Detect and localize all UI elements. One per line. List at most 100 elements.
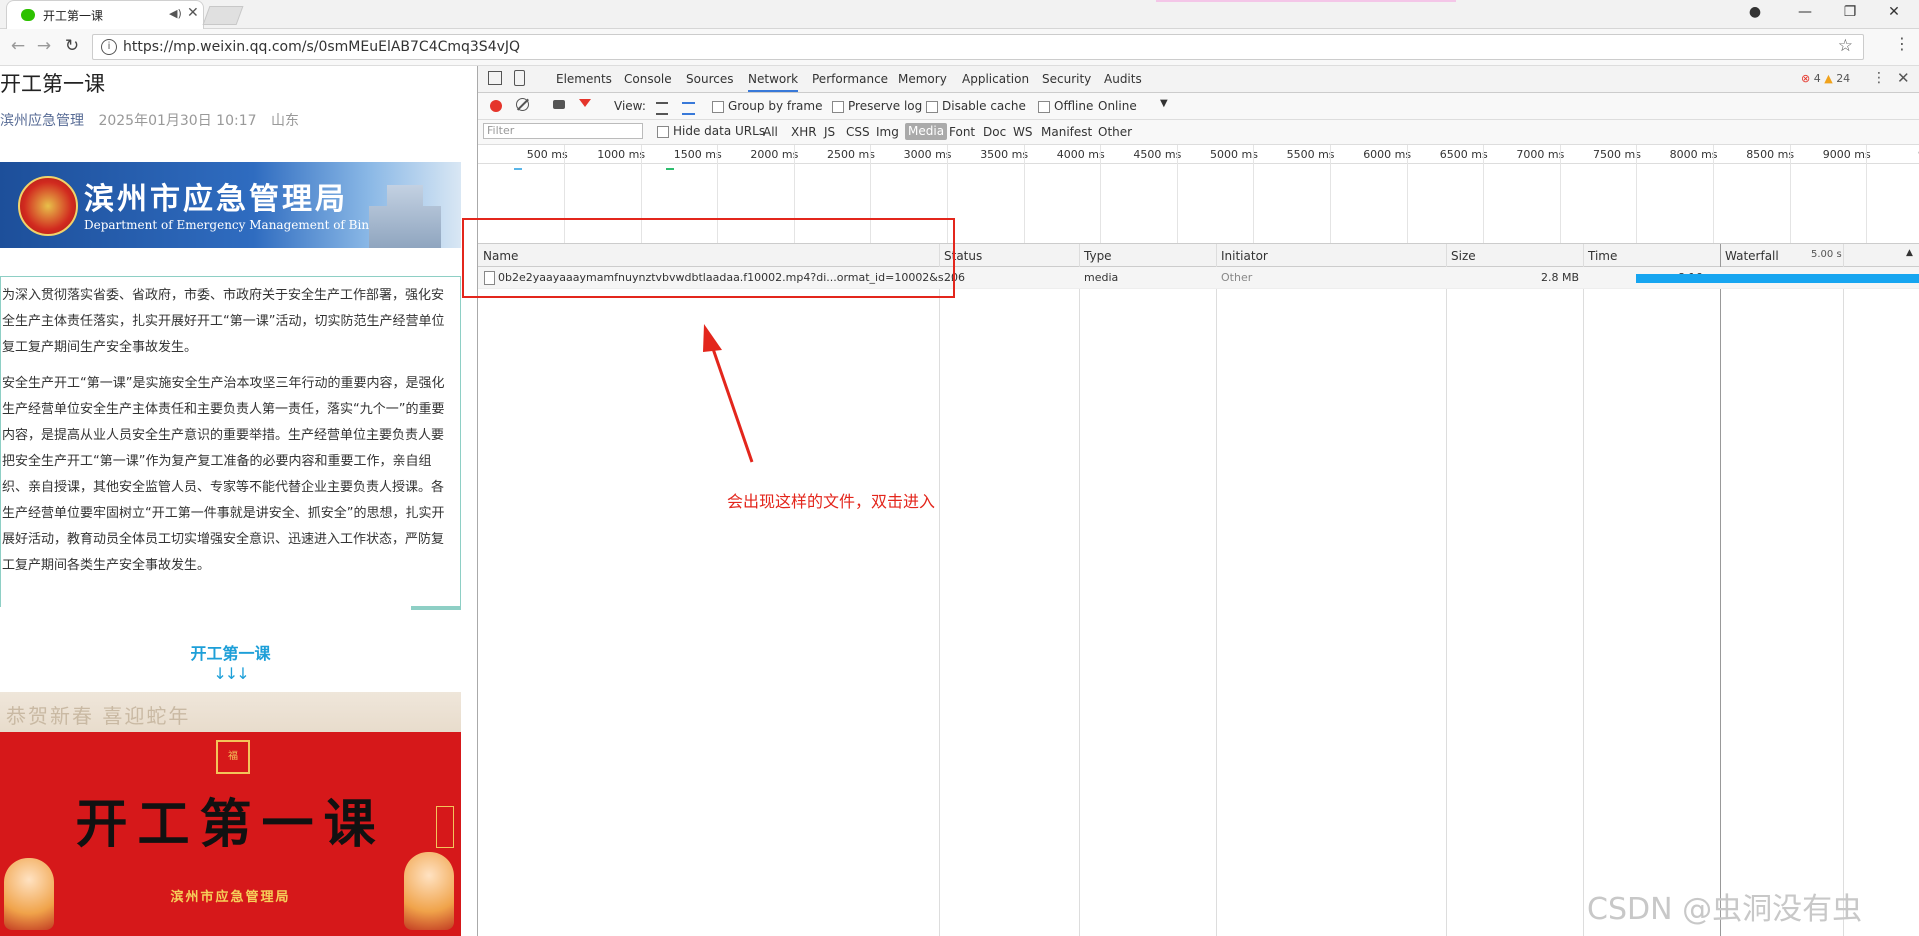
tab-close-icon[interactable]: ✕: [187, 5, 199, 21]
url-text[interactable]: https://mp.weixin.qq.com/s/0smMEuElAB7C4…: [123, 39, 520, 55]
waterfall-bar: [1636, 274, 1919, 283]
timeline-tick: 3000 ms: [903, 148, 952, 161]
network-request-table: Name Status Type Initiator Size Time Wat…: [478, 244, 1919, 936]
publish-date: 2025年01月30日 10:17: [98, 113, 257, 129]
disable-cache-label: Disable cache: [942, 99, 1026, 113]
throttle-select[interactable]: Online: [1098, 99, 1137, 113]
red-arrow-icon: [703, 324, 754, 463]
timeline-tick: 5000 ms: [1210, 148, 1258, 161]
sort-triangle-icon[interactable]: ▲: [1906, 248, 1913, 258]
timeline-gridline: [1100, 145, 1102, 243]
list-view-icon[interactable]: [656, 102, 668, 115]
request-initiator: Other: [1221, 271, 1253, 284]
timeline-tick: 4000 ms: [1056, 148, 1105, 161]
minimize-icon[interactable]: —: [1795, 4, 1815, 20]
reload-icon[interactable]: ↻: [62, 36, 82, 56]
column-waterfall[interactable]: Waterfall: [1725, 249, 1779, 263]
hide-data-urls-checkbox[interactable]: [657, 126, 669, 138]
timeline-tick: 2500 ms: [827, 148, 875, 161]
timeline-tick: 7000 ms: [1516, 148, 1565, 161]
filter-img[interactable]: Img: [876, 125, 899, 139]
network-toolbar: View: Group by frame Preserve log Disabl…: [478, 93, 1919, 120]
column-time[interactable]: Time: [1588, 249, 1617, 263]
profile-icon[interactable]: ●: [1745, 4, 1765, 20]
filter-doc[interactable]: Doc: [983, 125, 1006, 139]
filter-manifest[interactable]: Manifest: [1041, 125, 1092, 139]
timeline-tick: 2000 ms: [750, 148, 799, 161]
inspect-element-icon[interactable]: [488, 71, 502, 85]
tab-performance[interactable]: Performance: [812, 72, 888, 86]
tab-network[interactable]: Network: [748, 72, 799, 92]
browser-menu-icon[interactable]: ⋮: [1894, 34, 1910, 53]
filter-other[interactable]: Other: [1098, 125, 1132, 139]
header-banner: 滨州市应急管理局 Department of Emergency Managem…: [0, 162, 461, 248]
banner-subtitle: Department of Emergency Management of Bi…: [84, 218, 399, 232]
info-icon[interactable]: i: [101, 39, 117, 55]
back-icon[interactable]: ←: [8, 36, 28, 56]
filter-input[interactable]: Filter: [483, 123, 643, 139]
browser-tab[interactable]: 开工第一课 ◀︎) ✕: [6, 0, 204, 29]
new-tab-button[interactable]: [202, 6, 244, 25]
filter-js[interactable]: JS: [824, 125, 835, 139]
group-by-frame-checkbox[interactable]: [712, 101, 724, 113]
timeline-tick: 6000 ms: [1363, 148, 1412, 161]
group-by-frame-label: Group by frame: [728, 99, 823, 113]
speaker-icon[interactable]: ◀︎): [169, 7, 182, 20]
waterfall-scale: 5.00 s: [1811, 249, 1842, 260]
forward-icon[interactable]: →: [34, 36, 54, 56]
building-image: [369, 185, 441, 248]
issue-counter[interactable]: ⊗ 4 ▲ 24: [1801, 72, 1850, 85]
address-bar[interactable]: i https://mp.weixin.qq.com/s/0smMEuElAB7…: [92, 34, 1864, 60]
seal-icon: 福: [216, 740, 250, 774]
record-icon[interactable]: [490, 100, 502, 112]
tab-sources[interactable]: Sources: [686, 72, 733, 86]
waterfall-view-icon[interactable]: [682, 102, 695, 115]
column-divider: [1843, 244, 1844, 936]
bookmark-star-icon[interactable]: ☆: [1838, 36, 1853, 56]
column-type[interactable]: Type: [1084, 249, 1112, 263]
window-close-icon[interactable]: ✕: [1884, 4, 1904, 20]
tab-audits[interactable]: Audits: [1104, 72, 1142, 86]
chevron-down-icon[interactable]: ▼: [1160, 98, 1168, 109]
timeline-tick: 8000 ms: [1669, 148, 1718, 161]
mascot-left-image: [4, 858, 54, 930]
timeline-gridline: [1866, 145, 1868, 243]
devtools-close-icon[interactable]: ✕: [1897, 69, 1910, 87]
tab-security[interactable]: Security: [1042, 72, 1091, 86]
timeline-tick: 6500 ms: [1439, 148, 1488, 161]
offline-checkbox[interactable]: [1038, 101, 1050, 113]
tab-memory[interactable]: Memory: [898, 72, 947, 86]
device-toolbar-icon[interactable]: [514, 70, 525, 86]
wechat-favicon-icon: [21, 9, 35, 21]
timeline-tick: 4500 ms: [1133, 148, 1182, 161]
restore-icon[interactable]: ❐: [1840, 4, 1860, 20]
tab-application[interactable]: Application: [962, 72, 1029, 86]
filter-font[interactable]: Font: [949, 125, 975, 139]
stamp-icon: [436, 806, 454, 848]
filter-funnel-icon[interactable]: [579, 99, 591, 107]
filter-css[interactable]: CSS: [846, 125, 870, 139]
article-meta: 滨州应急管理 2025年01月30日 10:17 山东: [0, 110, 309, 130]
disable-cache-checkbox[interactable]: [926, 101, 938, 113]
column-divider: [1720, 244, 1721, 936]
column-initiator[interactable]: Initiator: [1221, 249, 1268, 263]
filter-bar: Filter Hide data URLs All XHR JS CSS Img…: [478, 120, 1919, 145]
filter-media[interactable]: Media: [905, 123, 948, 140]
devtools-menu-icon[interactable]: ⋮: [1872, 70, 1886, 86]
account-link[interactable]: 滨州应急管理: [0, 113, 84, 129]
timeline-gridline: [1023, 145, 1025, 243]
clear-icon[interactable]: [516, 98, 529, 111]
preserve-log-checkbox[interactable]: [832, 101, 844, 113]
error-icon: ⊗: [1801, 72, 1811, 85]
screenshot-camera-icon[interactable]: [553, 100, 565, 109]
timeline-gridline: [1406, 145, 1408, 243]
filter-ws[interactable]: WS: [1013, 125, 1032, 139]
timeline-tick: 5500 ms: [1286, 148, 1335, 161]
filter-xhr[interactable]: XHR: [791, 125, 817, 139]
column-divider: [1583, 244, 1584, 936]
filter-all[interactable]: All: [763, 125, 778, 139]
tab-console[interactable]: Console: [624, 72, 672, 86]
tab-elements[interactable]: Elements: [556, 72, 612, 86]
column-size[interactable]: Size: [1451, 249, 1476, 263]
national-emblem-icon: [18, 176, 78, 236]
